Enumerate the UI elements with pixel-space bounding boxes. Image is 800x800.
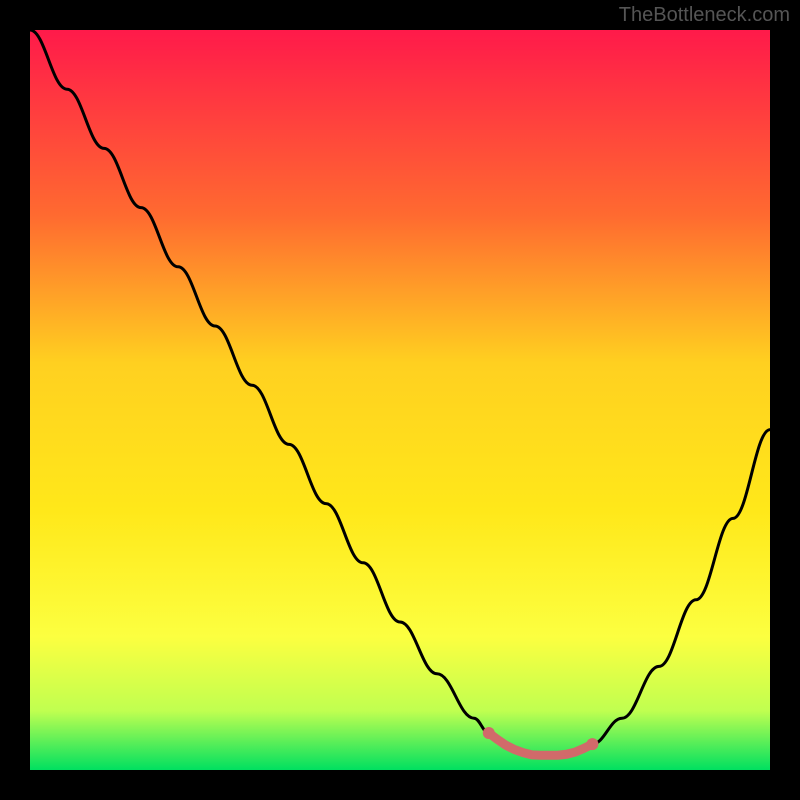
flat-region-dot-left bbox=[483, 727, 495, 739]
watermark-text: TheBottleneck.com bbox=[619, 4, 790, 27]
flat-region-highlight bbox=[489, 733, 593, 755]
flat-region-dot-right bbox=[586, 738, 598, 750]
bottleneck-curve-svg bbox=[30, 30, 770, 770]
chart-plot-area bbox=[30, 30, 770, 770]
bottleneck-curve-line bbox=[30, 30, 770, 755]
